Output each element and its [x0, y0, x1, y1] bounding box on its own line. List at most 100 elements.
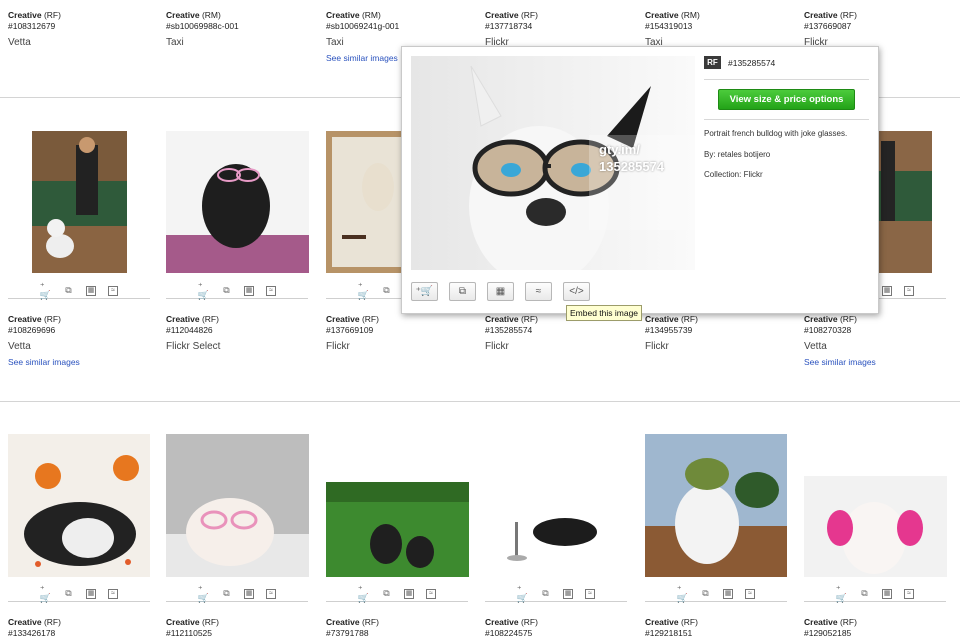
- collection-name: Taxi: [166, 37, 184, 48]
- similar-icon[interactable]: ≈: [904, 285, 914, 296]
- image-id: #112110525: [166, 628, 213, 638]
- photographer: By: retales botijero: [704, 150, 771, 159]
- add-to-lightbox-button[interactable]: ⧉: [449, 282, 476, 301]
- thumbnail-image[interactable]: [32, 131, 127, 273]
- add-to-cart-icon[interactable]: ⁺🛒: [358, 584, 369, 602]
- similar-icon[interactable]: ≈: [745, 588, 755, 599]
- view-size-price-button[interactable]: View size & price options: [718, 89, 855, 110]
- license-type: Creative (RF): [166, 617, 219, 627]
- lightbox-icon[interactable]: ⧉: [700, 588, 711, 599]
- thumbnail-image[interactable]: [166, 434, 309, 577]
- price-calculator-button[interactable]: ▦: [487, 282, 514, 301]
- similar-icon[interactable]: ≈: [108, 285, 118, 296]
- see-similar-link[interactable]: See similar images: [8, 357, 158, 367]
- image-id: #137669109: [326, 325, 374, 335]
- similar-icon[interactable]: ≈: [585, 588, 595, 599]
- price-calculator-icon[interactable]: ▦: [882, 588, 892, 599]
- lightbox-icon[interactable]: ⧉: [381, 588, 392, 599]
- price-calculator-icon[interactable]: ▦: [86, 285, 96, 296]
- image-id: #133426178: [8, 628, 56, 638]
- lightbox-icon[interactable]: ⧉: [859, 588, 870, 599]
- add-to-cart-icon[interactable]: ⁺🛒: [677, 584, 688, 602]
- image-result-cell: Creative (RF) #112044826 Flickr Select: [166, 314, 316, 353]
- price-calculator-icon[interactable]: ▦: [404, 588, 414, 599]
- image-id: #108270328: [804, 325, 852, 335]
- lightbox-icon[interactable]: ⧉: [221, 588, 232, 599]
- embed-button[interactable]: </>: [563, 282, 590, 301]
- divider: [704, 119, 869, 120]
- lightbox-icon[interactable]: ⧉: [63, 588, 74, 599]
- price-calculator-icon[interactable]: ▦: [86, 588, 96, 599]
- divider: [704, 79, 869, 80]
- similar-button[interactable]: ≈: [525, 282, 552, 301]
- thumbnail-toolbar: ⁺🛒 ⧉ ▦ ≈: [8, 281, 150, 299]
- row-separator: [0, 401, 960, 402]
- similar-icon[interactable]: ≈: [266, 285, 276, 296]
- image-result-cell: Creative (RM) #sb10069988c-001 Taxi: [166, 10, 316, 49]
- price-calculator-icon[interactable]: ▦: [723, 588, 733, 599]
- thumbnail-image[interactable]: [326, 482, 469, 577]
- url-line-2: 135285574: [599, 159, 665, 174]
- image-id: #73791788: [326, 628, 369, 638]
- lightbox-icon[interactable]: ⧉: [63, 285, 74, 296]
- thumbnail-image[interactable]: [804, 476, 947, 577]
- image-result-cell: Creative (RF) #137718734 Flickr: [485, 10, 635, 49]
- lightbox-icon[interactable]: ⧉: [381, 285, 392, 296]
- add-to-cart-icon[interactable]: ⁺🛒: [358, 281, 369, 299]
- similar-icon[interactable]: ≈: [266, 588, 276, 599]
- license-type: Creative (RF): [326, 617, 379, 627]
- collection-name: Flickr: [645, 341, 669, 352]
- license-type: Creative (RF): [804, 10, 857, 20]
- thumbnail-image[interactable]: [879, 131, 932, 273]
- see-similar-link[interactable]: See similar images: [804, 357, 954, 367]
- license-type: Creative (RF): [804, 314, 857, 324]
- price-calculator-icon[interactable]: ▦: [563, 588, 573, 599]
- price-calculator-icon[interactable]: ▦: [882, 285, 892, 296]
- similar-icon[interactable]: ≈: [904, 588, 914, 599]
- embed-tooltip: Embed this image: [566, 305, 643, 321]
- similar-icon[interactable]: ≈: [108, 588, 118, 599]
- thumbnail-toolbar: ⁺🛒 ⧉ ▦ ≈: [326, 584, 468, 602]
- add-to-cart-icon[interactable]: ⁺🛒: [40, 281, 51, 299]
- add-to-cart-icon[interactable]: ⁺🛒: [836, 584, 847, 602]
- image-id: #154319013: [645, 21, 693, 31]
- license-type: Creative (RM): [645, 10, 700, 20]
- add-to-cart-icon[interactable]: ⁺🛒: [517, 584, 528, 602]
- image-id: #108269696: [8, 325, 56, 335]
- image-result-cell: Creative (RF) #108312679 Vetta: [8, 10, 158, 49]
- image-result-cell: Creative (RF) #129218151: [645, 617, 795, 639]
- image-id: #135285574: [728, 58, 776, 68]
- license-badge: RF: [704, 56, 721, 69]
- image-id: #sb10069988c-001: [166, 21, 239, 31]
- license-type: Creative (RF): [8, 617, 61, 627]
- similar-icon[interactable]: ≈: [426, 588, 436, 599]
- image-result-cell: Creative (RF) #134955739 Flickr: [645, 314, 795, 353]
- add-to-cart-icon[interactable]: ⁺🛒: [40, 584, 51, 602]
- license-type: Creative (RM): [166, 10, 221, 20]
- license-type: Creative (RF): [804, 617, 857, 627]
- image-id: #135285574: [485, 325, 533, 335]
- url-line-1: gty.im/: [599, 142, 640, 157]
- price-calculator-icon[interactable]: ▦: [244, 285, 254, 296]
- image-result-cell: Creative (RM) #154319013 Taxi: [645, 10, 795, 49]
- image-id: #134955739: [645, 325, 693, 335]
- add-to-cart-icon: ⁺🛒: [415, 286, 434, 297]
- lightbox-icon[interactable]: ⧉: [221, 285, 232, 296]
- thumbnail-toolbar: ⁺🛒 ⧉ ▦ ≈: [166, 281, 308, 299]
- thumbnail-image[interactable]: [485, 482, 628, 577]
- image-id: #129052185: [804, 628, 852, 638]
- thumbnail-image[interactable]: [166, 131, 309, 273]
- image-id: #137718734: [485, 21, 533, 31]
- collection-name: Flickr: [326, 341, 350, 352]
- image-id: #129218151: [645, 628, 693, 638]
- thumbnail-image[interactable]: [645, 434, 787, 577]
- lightbox-icon[interactable]: ⧉: [540, 588, 551, 599]
- add-to-cart-button[interactable]: ⁺🛒: [411, 282, 438, 301]
- similar-icon: ≈: [535, 286, 542, 297]
- add-to-cart-icon[interactable]: ⁺🛒: [198, 584, 209, 602]
- add-to-cart-icon[interactable]: ⁺🛒: [198, 281, 209, 299]
- thumbnail-image[interactable]: [8, 434, 150, 577]
- price-calculator-icon[interactable]: ▦: [244, 588, 254, 599]
- image-caption: Portrait french bulldog with joke glasse…: [704, 129, 848, 138]
- thumbnail-image[interactable]: [326, 131, 401, 273]
